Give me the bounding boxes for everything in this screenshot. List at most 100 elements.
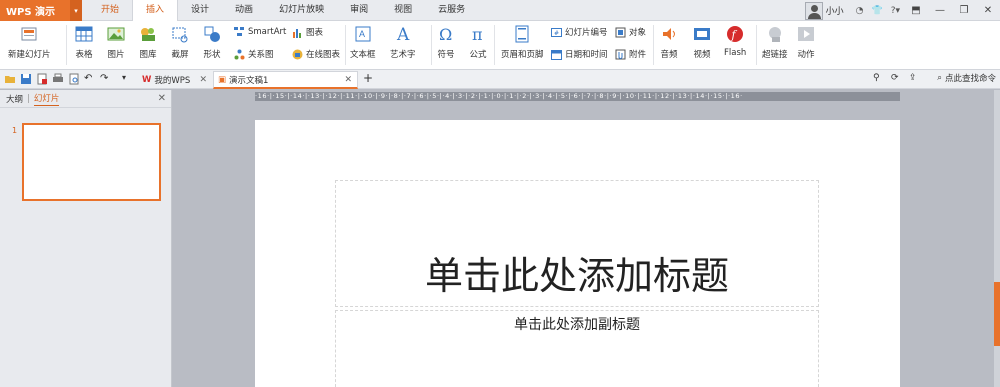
share-icon[interactable]: ⇪	[909, 73, 921, 85]
new-slide-icon	[19, 24, 39, 44]
audio-button[interactable]: 音频	[659, 24, 679, 60]
horizontal-ruler[interactable]: ·16·|·15·|·14·|·13·|·12·|·11·|·10·|·9·|·…	[255, 92, 900, 101]
skin-icon[interactable]: ◔	[852, 6, 868, 16]
chart-icon	[293, 28, 301, 38]
open-folder-icon[interactable]	[4, 73, 16, 85]
save-icon[interactable]	[20, 73, 32, 85]
wordart-button[interactable]: A 艺术字	[390, 24, 416, 60]
wps-logo-icon: W	[142, 75, 152, 85]
close-panel-icon[interactable]: ✕	[158, 93, 166, 104]
slide-editor: ·16·|·15·|·14·|·13·|·12·|·11·|·10·|·9·|·…	[173, 90, 995, 387]
smartart-icon	[234, 27, 244, 36]
tab-my-wps[interactable]: W 我的WPS ✕	[138, 71, 212, 89]
flash-button[interactable]: f Flash	[724, 24, 746, 58]
symbol-button[interactable]: Ω 符号	[436, 24, 456, 60]
table-icon	[74, 24, 94, 44]
tab-review[interactable]: 审阅	[337, 0, 381, 21]
formula-button[interactable]: π 公式	[468, 24, 488, 60]
redo-icon[interactable]: ↷	[100, 73, 112, 85]
relation-button[interactable]: 关系图	[234, 48, 274, 60]
preview-icon[interactable]	[68, 73, 80, 85]
search-icon: ⌕	[937, 73, 942, 83]
svg-text:π: π	[472, 25, 483, 43]
insert-ribbon: 新建幻灯片 表格 图片 图库 截屏 形状 SmartArt 图表 关系图 在线图…	[0, 21, 1000, 70]
shirt-icon[interactable]: 👕	[867, 6, 886, 16]
slide-number: 1	[12, 126, 18, 135]
tab-insert[interactable]: 插入	[132, 0, 179, 22]
title-placeholder[interactable]: 单击此处添加标题	[335, 180, 819, 307]
online-chart-button[interactable]: 在线图表	[292, 48, 340, 60]
scrollbar-thumb[interactable]	[994, 282, 1000, 346]
tab-design[interactable]: 设计	[178, 0, 222, 21]
action-button[interactable]: 动作	[796, 24, 816, 60]
app-name: WPS 演示	[6, 7, 56, 18]
close-tab-icon[interactable]: ✕	[344, 75, 352, 85]
outline-tab[interactable]: 大纲	[6, 93, 23, 105]
sync-icon[interactable]: ⟳	[891, 73, 903, 85]
shape-button[interactable]: 形状	[202, 24, 222, 60]
datetime-button[interactable]: 日期和时间	[551, 48, 608, 60]
textbox-icon: A	[353, 24, 373, 44]
help-icon[interactable]: ?▾	[887, 6, 904, 16]
tab-document[interactable]: ▣ 演示文稿1 ✕	[213, 71, 358, 89]
video-icon	[692, 24, 712, 44]
close-tab-icon[interactable]: ✕	[199, 75, 207, 85]
svg-text:A: A	[359, 29, 365, 39]
slide-number-button[interactable]: # 幻灯片编号	[551, 26, 608, 38]
undo-icon[interactable]: ↶	[84, 73, 96, 85]
maximize-button[interactable]: ❐	[952, 5, 976, 16]
attachment-icon	[615, 49, 626, 59]
shapes-icon	[202, 24, 222, 44]
relation-icon	[234, 49, 245, 59]
tab-animation[interactable]: 动画	[222, 0, 266, 21]
menu-bar: WPS 演示 ▾ 开始 插入 设计 动画 幻灯片放映 审阅 视图 云服务 小小 …	[0, 0, 1000, 22]
tab-view[interactable]: 视图	[381, 0, 425, 21]
picture-button[interactable]: 图片	[106, 24, 126, 60]
gallery-button[interactable]: 图库	[138, 24, 158, 60]
smartart-button[interactable]: SmartArt	[234, 26, 286, 37]
video-button[interactable]: 视频	[692, 24, 712, 60]
presentation-icon: ▣	[218, 74, 227, 85]
gallery-icon	[138, 24, 158, 44]
close-button[interactable]: ✕	[976, 5, 1000, 16]
attachment-button[interactable]: 附件	[615, 48, 646, 60]
user-name[interactable]: 小小	[826, 4, 844, 17]
table-button[interactable]: 表格	[74, 24, 94, 60]
slide-number-icon: #	[551, 27, 562, 37]
omega-icon: Ω	[436, 24, 456, 44]
object-button[interactable]: 对象	[615, 26, 646, 38]
slide-panel-header: 大纲 | 幻灯片 ✕	[0, 90, 171, 108]
chart-button[interactable]: 图表	[292, 26, 323, 38]
new-tab-icon[interactable]: +	[363, 71, 375, 85]
avatar[interactable]	[804, 1, 823, 20]
header-footer-button[interactable]: 页眉和页脚	[501, 24, 544, 60]
find-command-box[interactable]: ⌕ 点此查找命令	[937, 72, 996, 84]
svg-text:#: #	[554, 30, 559, 37]
customize-toolbar-icon[interactable]: ▾	[122, 73, 134, 85]
object-icon	[615, 27, 626, 37]
svg-text:A: A	[396, 25, 410, 43]
screenshot-button[interactable]: 截屏	[170, 24, 190, 60]
slide-canvas[interactable]: 单击此处添加标题 单击此处添加副标题	[255, 120, 900, 387]
app-menu-arrow-icon[interactable]: ▾	[70, 0, 82, 21]
vertical-scrollbar[interactable]	[994, 90, 1000, 387]
slide-thumbnail[interactable]	[22, 123, 161, 201]
minimize-button[interactable]: —	[928, 5, 952, 16]
tab-cloud[interactable]: 云服务	[425, 0, 478, 21]
speaker-icon	[659, 24, 679, 44]
export-icon[interactable]	[36, 73, 48, 85]
textbox-button[interactable]: A 文本框	[350, 24, 376, 60]
document-tab-strip: ↶ ↷ ▾ W 我的WPS ✕ ▣ 演示文稿1 ✕ + ⚲ ⟳ ⇪ ⌕ 点此查找…	[0, 70, 1000, 89]
new-slide-button[interactable]: 新建幻灯片	[8, 24, 51, 60]
slides-tab[interactable]: 幻灯片	[33, 92, 60, 106]
subtitle-placeholder[interactable]: 单击此处添加副标题	[335, 310, 819, 387]
print-icon[interactable]	[52, 73, 64, 85]
tab-home[interactable]: 开始	[88, 0, 132, 21]
flash-icon: f	[725, 24, 745, 44]
pin-icon[interactable]: ⚲	[873, 73, 885, 85]
hyperlink-button[interactable]: 超链接	[762, 24, 788, 60]
hyperlink-icon	[765, 24, 785, 44]
restore-ribbon-button[interactable]: ⬒	[904, 5, 928, 16]
tab-slideshow[interactable]: 幻灯片放映	[266, 0, 337, 21]
app-menu-button[interactable]: WPS 演示 ▾	[0, 0, 82, 21]
